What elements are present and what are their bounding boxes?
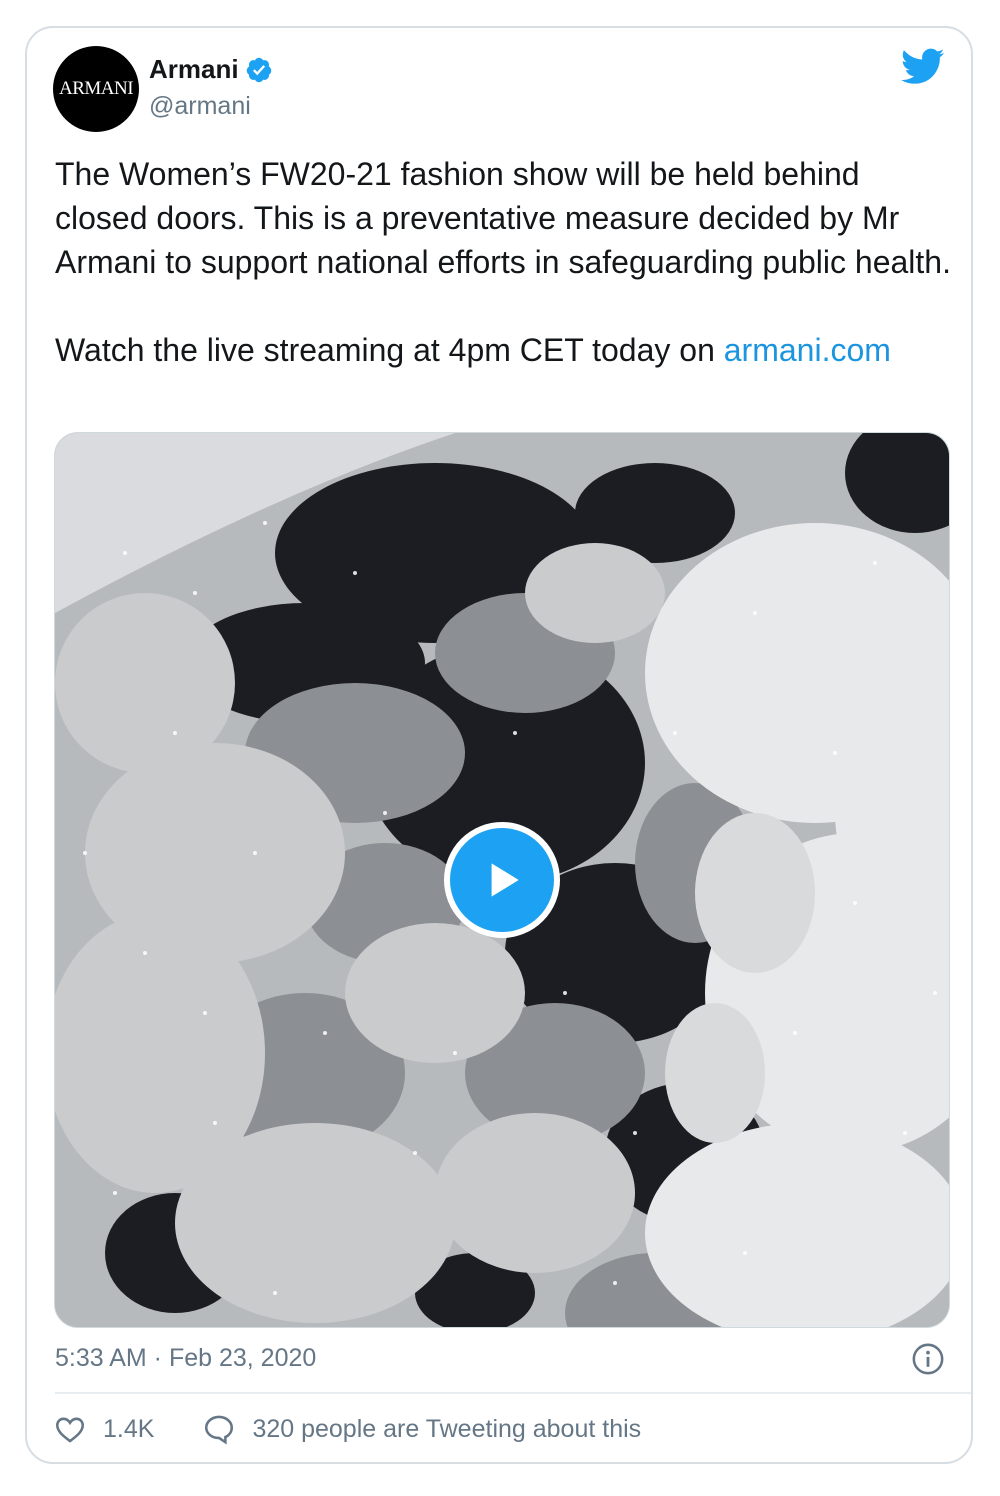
author-display-name[interactable]: Armani xyxy=(149,54,239,85)
tweet-link[interactable]: armani.com xyxy=(724,332,891,368)
heart-icon xyxy=(55,1417,85,1443)
tweet-card: ARMANI Armani @armani The Women’s FW20-2… xyxy=(25,26,973,1464)
tweet-actions: 1.4K 320 people are Tweeting about this xyxy=(53,1412,641,1446)
like-button[interactable]: 1.4K xyxy=(53,1412,154,1446)
avatar-logo-text: ARMANI xyxy=(58,78,134,99)
tweet-timestamp[interactable]: 5:33 AM · Feb 23, 2020 xyxy=(55,1344,316,1373)
author-handle[interactable]: @armani xyxy=(149,92,251,121)
tweet-text: The Women’s FW20-21 fashion show will be… xyxy=(55,152,955,372)
speech-bubble-icon xyxy=(205,1415,234,1445)
play-icon xyxy=(491,863,519,897)
verified-badge-icon xyxy=(246,57,271,82)
twitter-bird-icon[interactable] xyxy=(901,48,945,86)
conversation-link[interactable]: 320 people are Tweeting about this xyxy=(202,1412,641,1446)
video-player[interactable] xyxy=(54,432,950,1328)
conversation-text: 320 people are Tweeting about this xyxy=(252,1414,642,1443)
avatar[interactable]: ARMANI xyxy=(53,46,139,132)
like-count: 1.4K xyxy=(103,1414,155,1443)
author-name-row: Armani xyxy=(149,54,273,85)
info-icon[interactable] xyxy=(911,1342,945,1376)
play-button[interactable] xyxy=(444,822,560,938)
divider xyxy=(55,1392,971,1394)
